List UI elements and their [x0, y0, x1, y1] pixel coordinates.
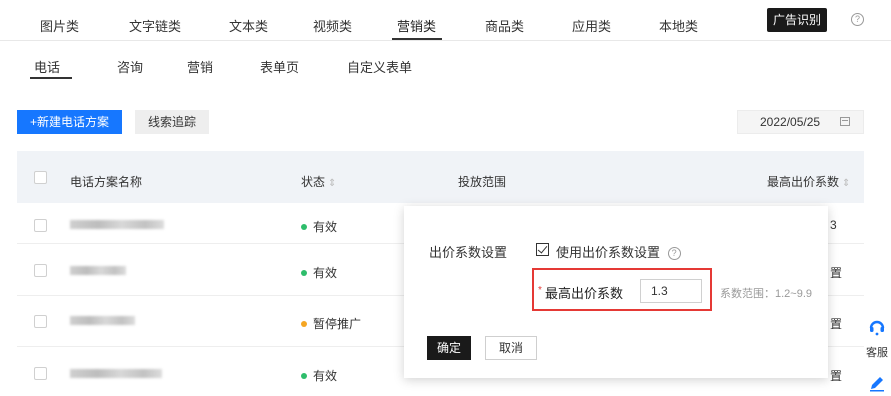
subtab-marketing[interactable]: 营销	[187, 57, 213, 76]
help-icon[interactable]: ?	[851, 13, 864, 26]
status-badge: 暂停推广	[301, 315, 361, 332]
subtab-phone[interactable]: 电话	[34, 57, 60, 76]
tab-marketing[interactable]: 营销类	[397, 16, 436, 35]
use-coef-checkbox-label[interactable]: 使用出价系数设置 ?	[556, 242, 681, 261]
max-coef-cell: 置	[830, 317, 843, 331]
required-mark: *	[538, 285, 542, 296]
date-picker[interactable]: 2022/05/25	[737, 110, 864, 134]
header-max-coef[interactable]: 最高出价系数 ⇕	[767, 173, 850, 190]
use-coef-checkbox[interactable]	[536, 243, 549, 256]
new-phone-plan-button[interactable]: +新建电话方案	[17, 110, 122, 134]
use-coef-label-text: 使用出价系数设置	[556, 245, 661, 260]
row-checkbox[interactable]	[34, 264, 47, 277]
select-all-checkbox[interactable]	[34, 171, 47, 184]
subtab-consult[interactable]: 咨询	[117, 57, 143, 76]
confirm-button[interactable]: 确定	[427, 336, 471, 360]
edit-icon[interactable]	[868, 374, 886, 392]
tab-product[interactable]: 商品类	[485, 16, 524, 35]
sort-icon[interactable]: ⇕	[842, 178, 850, 189]
bid-coef-setting-label: 出价系数设置	[429, 245, 508, 260]
header-name: 电话方案名称	[70, 175, 143, 189]
row-checkbox[interactable]	[34, 315, 47, 328]
customer-service-label[interactable]: 客服	[866, 344, 888, 360]
tab-app[interactable]: 应用类	[572, 16, 611, 35]
tab-image[interactable]: 图片类	[40, 16, 79, 35]
status-text: 有效	[313, 266, 338, 280]
sort-icon[interactable]: ⇕	[328, 178, 336, 189]
status-dot	[301, 224, 307, 230]
max-coef-cell: 置	[830, 369, 843, 383]
customer-service-icon[interactable]	[868, 318, 886, 336]
max-coef-cell: 置	[830, 266, 843, 280]
status-badge: 有效	[301, 264, 337, 281]
tab-text[interactable]: 文本类	[229, 16, 268, 35]
status-text: 有效	[313, 220, 338, 234]
blurred-plan-name	[70, 266, 126, 275]
header-scope: 投放范围	[458, 175, 507, 189]
max-coef-cell: 3	[830, 218, 837, 232]
max-coef-label: 最高出价系数	[545, 286, 624, 301]
status-badge: 有效	[301, 218, 337, 235]
calendar-icon	[840, 117, 850, 126]
row-checkbox[interactable]	[34, 367, 47, 380]
table-header: 电话方案名称 状态 ⇕ 投放范围 最高出价系数 ⇕	[17, 151, 864, 203]
status-dot	[301, 373, 307, 379]
header-status-label: 状态	[301, 175, 326, 189]
status-badge: 有效	[301, 367, 337, 384]
blurred-plan-name	[70, 220, 164, 229]
tab-video[interactable]: 视频类	[313, 16, 352, 35]
tab-local[interactable]: 本地类	[659, 16, 698, 35]
max-coef-input[interactable]: 1.3	[640, 279, 702, 303]
tab-text-link[interactable]: 文字链类	[129, 16, 181, 35]
date-value: 2022/05/25	[760, 115, 821, 129]
active-subtab-indicator	[30, 77, 72, 79]
subtab-custom-form[interactable]: 自定义表单	[347, 57, 412, 76]
help-icon[interactable]: ?	[667, 247, 681, 260]
status-text: 有效	[313, 369, 338, 383]
ad-recognition-button[interactable]: 广告识别	[767, 8, 827, 32]
clue-tracking-button[interactable]: 线索追踪	[135, 110, 209, 134]
status-dot	[301, 270, 307, 276]
bid-coefficient-popover: 出价系数设置 使用出价系数设置 ? * 最高出价系数 1.3 系数范围：1.2~…	[404, 206, 828, 378]
status-text: 暂停推广	[313, 317, 362, 331]
row-checkbox[interactable]	[34, 219, 47, 232]
header-max-coef-label: 最高出价系数	[767, 175, 840, 189]
blurred-plan-name	[70, 369, 162, 378]
blurred-plan-name	[70, 316, 135, 325]
header-status[interactable]: 状态 ⇕	[301, 173, 336, 190]
side-float-panel: 客服	[864, 300, 891, 396]
subtab-form-page[interactable]: 表单页	[260, 57, 299, 76]
status-dot	[301, 321, 307, 327]
coef-range-hint: 系数范围：1.2~9.9	[720, 288, 813, 300]
tab-divider	[0, 40, 891, 41]
cancel-button[interactable]: 取消	[485, 336, 537, 360]
